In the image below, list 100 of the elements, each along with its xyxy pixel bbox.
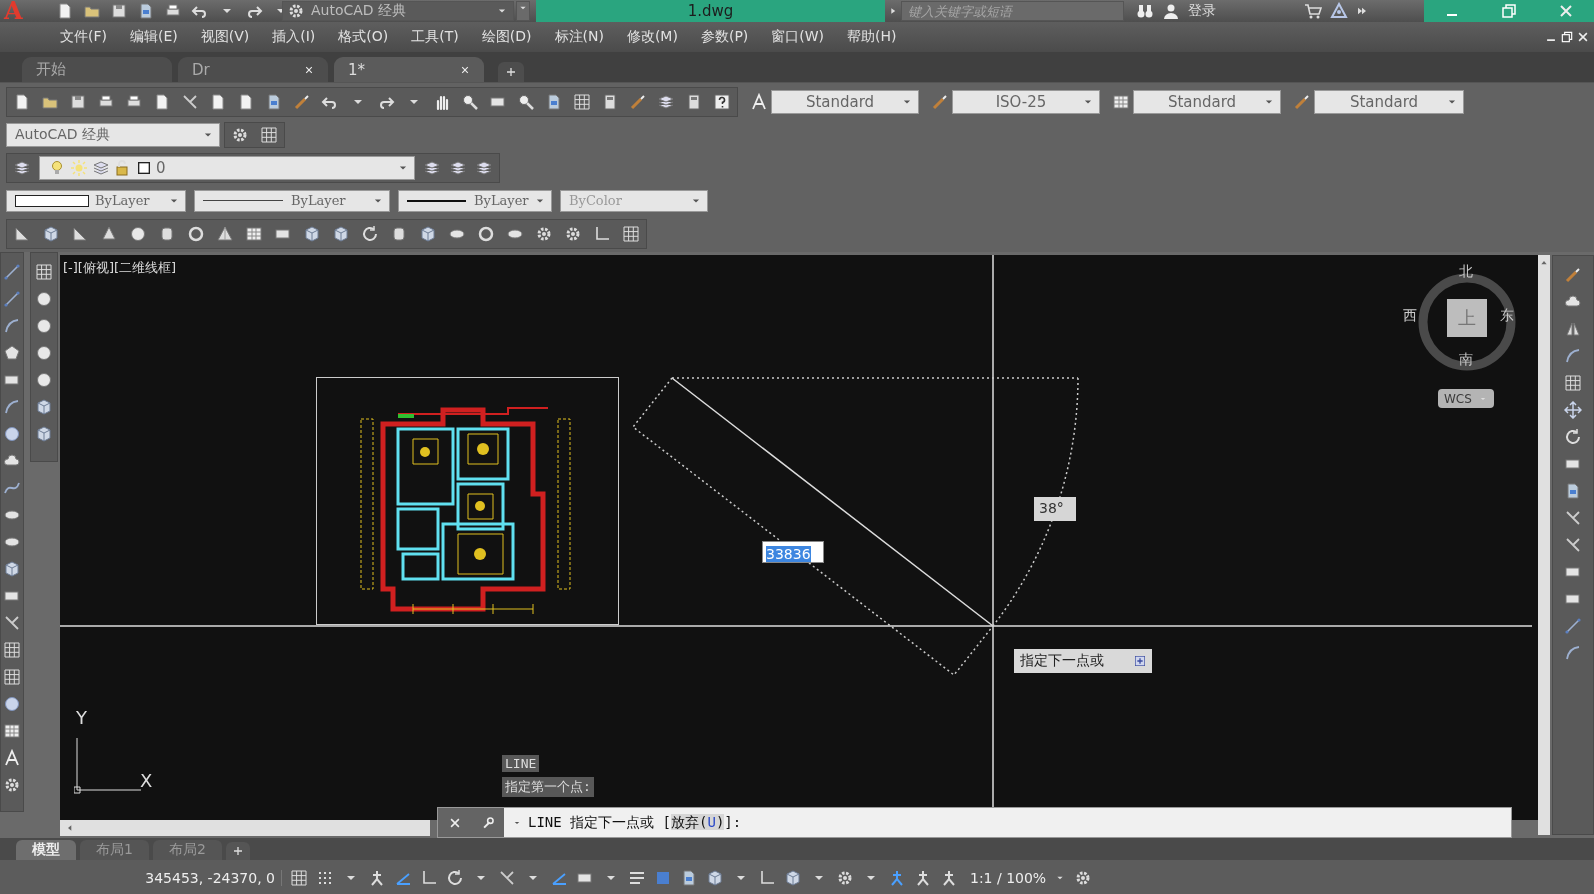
workspace-dropdown[interactable]: AutoCAD 经典 [282,1,514,21]
text-style-dropdown[interactable]: Standard [771,89,919,114]
sign-in-link[interactable]: 登录 [1188,2,1216,20]
move-icon[interactable] [1564,401,1582,419]
binoculars-icon[interactable] [1136,2,1154,20]
layout-tab[interactable]: 模型 [16,840,76,860]
annotation-scale-dropdown[interactable]: 1:1 / 100% [970,870,1047,886]
arc-icon[interactable] [3,398,21,416]
cube-icon[interactable] [42,224,60,243]
lineweight-dropdown[interactable]: ByLayer [398,189,552,212]
linetype-dropdown[interactable]: ByLayer [194,189,390,212]
length-input[interactable]: 33836 [762,541,824,563]
sphere-icon[interactable] [129,224,147,243]
new-layout-button[interactable] [225,842,250,860]
viewport-label[interactable]: [-][俯视][二维线框] [63,259,177,277]
menu-item[interactable]: 格式(O) [328,28,399,46]
cube-icon[interactable] [784,869,802,887]
grid-icon[interactable] [290,869,308,887]
dimension-style-icon[interactable] [931,92,949,111]
coordinates-readout[interactable]: 345453, -24370, 0 [106,870,282,886]
plus-icon[interactable] [1134,655,1146,667]
pyramid-icon[interactable] [216,224,234,243]
menu-item[interactable]: 标注(N) [544,28,614,46]
layers-icon[interactable] [449,158,467,177]
ring-icon[interactable] [477,224,495,243]
line-icon[interactable] [3,263,21,281]
page-icon[interactable] [209,92,227,111]
square-icon[interactable] [136,159,152,176]
color-dropdown[interactable]: ByLayer [6,189,186,212]
document-tab[interactable]: Dr [178,57,328,82]
new-tab-button[interactable] [498,62,524,82]
help-icon[interactable] [713,92,731,111]
mirror-icon[interactable] [1564,320,1582,338]
brush-icon[interactable] [293,92,311,111]
circle-icon[interactable] [3,425,21,443]
user-icon[interactable] [1162,2,1180,20]
workspace-dropdown[interactable]: AutoCAD 经典 [6,122,220,147]
grid-icon[interactable] [622,224,640,243]
document-tab[interactable]: 1* [334,57,484,82]
table-style-icon[interactable] [1112,92,1130,111]
crossed-lines-icon[interactable] [3,614,21,632]
sphere-icon[interactable] [35,371,53,389]
search-icon[interactable] [461,92,479,111]
cube-icon[interactable] [419,224,437,243]
menu-item[interactable]: 工具(T) [401,28,469,46]
sphere-icon[interactable] [35,317,53,335]
layers-icon[interactable] [92,158,110,177]
layers-icon[interactable] [475,158,493,177]
menu-item[interactable]: 插入(I) [262,28,326,46]
plus-icon[interactable] [231,845,244,857]
menu-item[interactable]: 参数(P) [690,28,759,46]
layers-icon[interactable] [423,158,441,177]
close-icon[interactable] [1576,30,1590,44]
compass-east[interactable]: 东 [1500,307,1514,325]
new-file-icon[interactable] [56,2,74,20]
snap-icon[interactable] [316,869,334,887]
new-file-icon[interactable] [13,92,31,111]
sphere-icon[interactable] [35,344,53,362]
document-icon[interactable] [265,92,283,111]
corner-icon[interactable] [593,224,611,243]
menu-item[interactable]: 窗口(W) [761,28,835,46]
rotate-icon[interactable] [1564,428,1582,446]
customize-button[interactable] [516,1,530,21]
grid-icon[interactable] [573,92,591,111]
compass-south[interactable]: 南 [1459,351,1473,369]
table-icon[interactable] [3,722,21,740]
close-icon[interactable] [304,64,314,75]
search-icon[interactable] [517,92,535,111]
calculator-icon[interactable] [685,92,703,111]
cube-icon[interactable] [303,224,321,243]
text-style-icon[interactable] [750,92,768,111]
menu-item[interactable]: 编辑(E) [120,28,188,46]
restore-icon[interactable] [1560,30,1574,44]
page-icon[interactable] [153,92,171,111]
compass-north[interactable]: 北 [1459,263,1473,281]
horizontal-scrollbar[interactable] [60,820,430,836]
vertical-scrollbar[interactable] [1538,255,1550,835]
ucs-menu-button[interactable]: WCS [1438,389,1494,408]
layers-icon[interactable] [657,92,675,111]
sphere-icon[interactable] [35,290,53,308]
polygon-icon[interactable] [3,344,21,362]
layer-dropdown[interactable]: 0 [39,155,415,180]
ring-icon[interactable] [187,224,205,243]
menu-item[interactable]: 视图(V) [190,28,260,46]
cube-icon[interactable] [332,224,350,243]
compass-west[interactable]: 西 [1403,307,1417,325]
close-icon[interactable] [460,64,470,75]
multileader-style-icon[interactable] [1293,92,1311,111]
cube-icon[interactable] [35,425,53,443]
table-style-dropdown[interactable]: Standard [1133,89,1281,114]
layers-icon[interactable] [13,158,31,177]
menu-item[interactable]: 修改(M) [616,28,688,46]
rotate-icon[interactable] [361,224,379,243]
cone-icon[interactable] [100,224,118,243]
dimension-style-dropdown[interactable]: ISO-25 [952,89,1100,114]
document-icon[interactable] [545,92,563,111]
text-icon[interactable] [3,749,21,767]
menu-item[interactable]: 绘图(D) [471,28,542,46]
multileader-style-dropdown[interactable]: Standard [1314,89,1464,114]
fast-forward-icon[interactable] [1356,5,1368,17]
